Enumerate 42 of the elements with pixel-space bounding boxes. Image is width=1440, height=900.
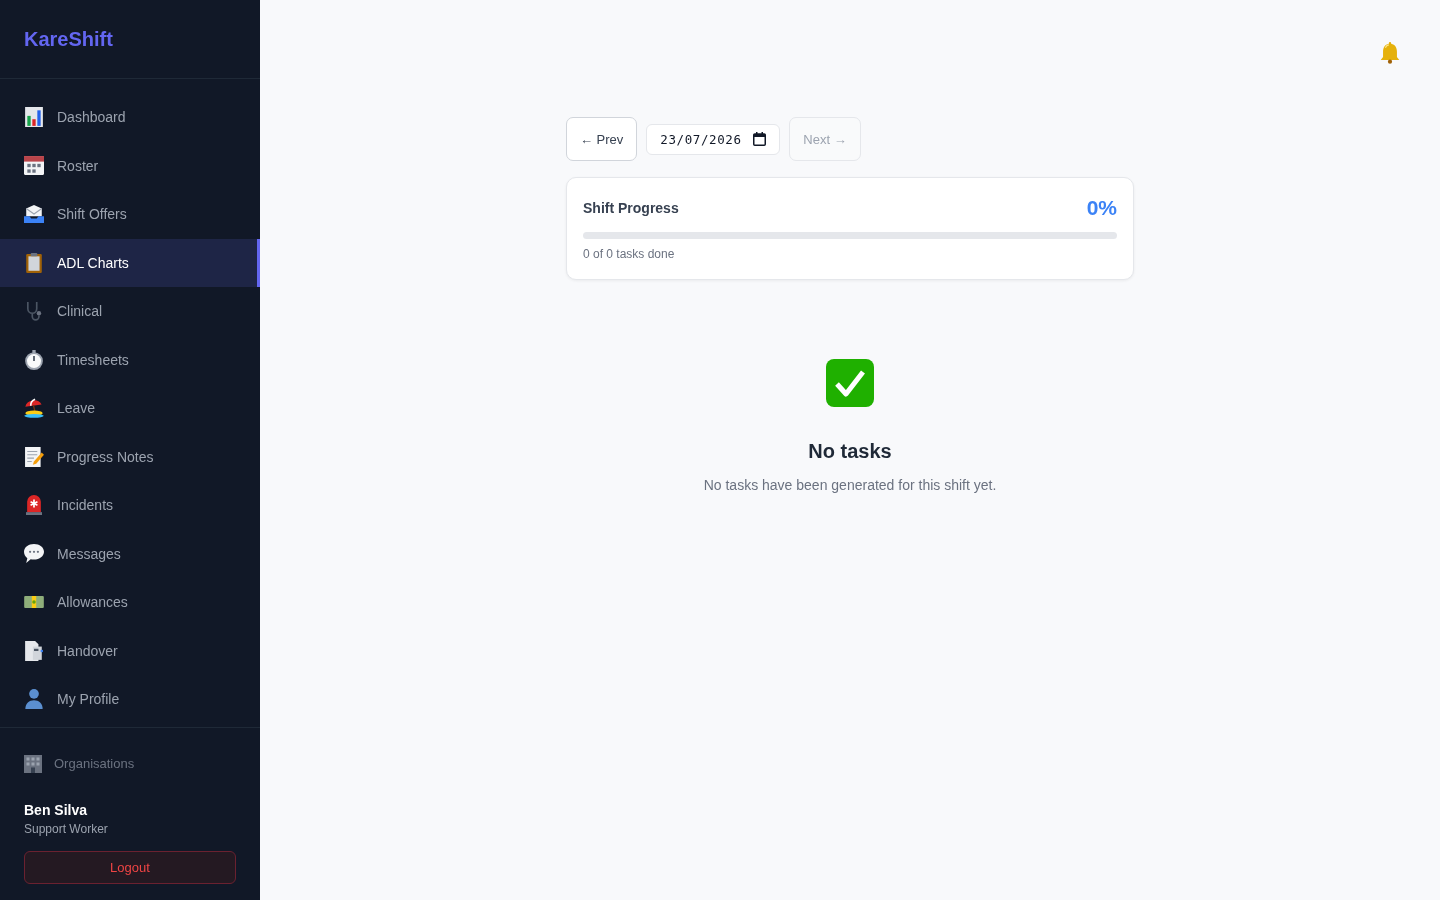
progress-caption: 0 of 0 tasks done [583, 246, 676, 262]
stopwatch-icon [25, 349, 43, 370]
nav-item[interactable]: My Profile [0, 675, 260, 724]
progress-percent: 0% [1086, 196, 1117, 220]
organisations-link[interactable]: Organisations [24, 744, 236, 784]
stethoscope-icon [25, 301, 43, 322]
nav-item[interactable]: Roster [0, 141, 260, 190]
check-mark-icon [826, 359, 874, 407]
calendar-icon [24, 156, 44, 176]
card-title: Shift Progress [583, 200, 679, 216]
nav-item[interactable]: Clinical [0, 287, 260, 336]
nav-item[interactable]: Messages [0, 529, 260, 578]
nav-item[interactable]: ADL Charts [0, 238, 260, 287]
empty-state-message: No tasks have been generated for this shift yet. [703, 476, 997, 495]
prev-button[interactable]: ← Prev [566, 117, 638, 161]
nav-item[interactable]: Shift Offers [0, 190, 260, 239]
bar-chart-icon [25, 107, 43, 128]
app-logo: KareShift [24, 27, 113, 51]
nav-item[interactable]: Incidents [0, 481, 260, 530]
banknote-icon [24, 596, 44, 609]
nav-item[interactable]: Allowances [0, 578, 260, 627]
speech-bubble-icon [24, 544, 44, 564]
notification-bell-icon[interactable] [1380, 42, 1400, 64]
calendar-icon [753, 132, 767, 146]
nav-item[interactable]: Progress Notes [0, 432, 260, 481]
envelope-tray-icon [24, 205, 44, 224]
nav-item[interactable]: Handover [0, 626, 260, 675]
office-building-icon [24, 755, 42, 773]
person-silhouette-icon [25, 689, 43, 710]
logout-button[interactable]: Logout [24, 851, 236, 884]
empty-state-title: No tasks [808, 439, 892, 464]
user-role: Support Worker [24, 821, 109, 837]
date-field[interactable]: 23/07/2026 [646, 123, 781, 155]
nav-item[interactable]: Leave [0, 384, 260, 433]
user-name: Ben Silva [24, 801, 89, 820]
beach-umbrella-icon [24, 398, 44, 419]
siren-light-icon [26, 495, 42, 516]
clipboard-icon [26, 252, 42, 273]
nav-item[interactable]: Timesheets [0, 335, 260, 384]
memo-pencil-icon [24, 446, 44, 467]
fax-machine-icon [25, 640, 43, 661]
nav-item[interactable]: Dashboard [0, 93, 260, 142]
